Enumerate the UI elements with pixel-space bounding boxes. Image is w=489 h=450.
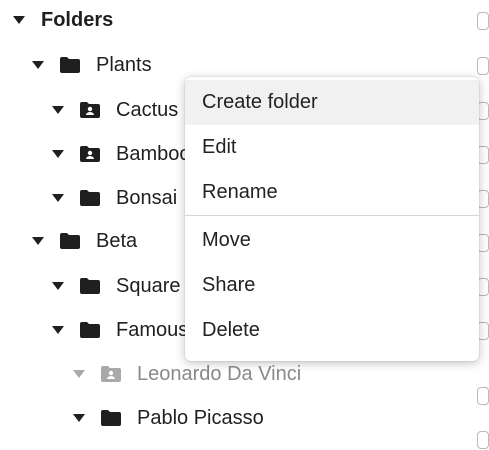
- tree-item-cactus[interactable]: Cactus: [52, 93, 178, 127]
- shared-folder-icon: [80, 146, 100, 162]
- folder-icon: [80, 322, 100, 338]
- folder-icon: [60, 233, 80, 249]
- menu-item-create-folder[interactable]: Create folder: [185, 80, 479, 125]
- menu-item-edit[interactable]: Edit: [185, 125, 479, 170]
- menu-item-share[interactable]: Share: [185, 263, 479, 308]
- shared-folder-icon: [80, 102, 100, 118]
- tree-item-famous[interactable]: Famous: [52, 313, 188, 347]
- tree-item-bamboo[interactable]: Bamboo: [52, 137, 191, 171]
- folder-icon: [80, 190, 100, 206]
- menu-item-move[interactable]: Move: [185, 218, 479, 263]
- tree-item-pablo-picasso[interactable]: Pablo Picasso: [73, 401, 264, 435]
- row-checkbox[interactable]: [477, 387, 489, 405]
- chevron-down-icon[interactable]: [52, 106, 64, 114]
- tree-item-label: Bamboo: [116, 143, 191, 165]
- chevron-down-icon[interactable]: [52, 326, 64, 334]
- tree-item-plants[interactable]: Plants: [32, 48, 152, 82]
- tree-root-label: Folders: [41, 9, 114, 31]
- chevron-down-icon[interactable]: [32, 237, 44, 245]
- menu-item-delete[interactable]: Delete: [185, 308, 479, 353]
- chevron-down-icon[interactable]: [73, 370, 85, 378]
- tree-item-label: Cactus: [116, 99, 179, 121]
- chevron-down-icon[interactable]: [52, 194, 64, 202]
- tree-item-label: Beta: [96, 230, 138, 252]
- tree-item-label: Leonardo Da Vinci: [137, 363, 302, 385]
- tree-item-label: Pablo Picasso: [137, 407, 264, 429]
- menu-item-rename[interactable]: Rename: [185, 170, 479, 215]
- chevron-down-icon[interactable]: [73, 414, 85, 422]
- chevron-down-icon[interactable]: [13, 16, 25, 24]
- shared-folder-icon: [101, 366, 121, 382]
- folder-icon: [101, 410, 121, 426]
- chevron-down-icon[interactable]: [52, 282, 64, 290]
- chevron-down-icon[interactable]: [32, 61, 44, 69]
- tree-item-label: Plants: [96, 54, 152, 76]
- tree-root-folders[interactable]: Folders: [13, 3, 113, 37]
- tree-item-label: Square: [116, 275, 181, 297]
- row-checkbox[interactable]: [477, 57, 489, 75]
- folder-icon: [60, 57, 80, 73]
- tree-item-bonsai[interactable]: Bonsai: [52, 181, 177, 215]
- menu-divider: [185, 215, 479, 216]
- tree-item-label: Bonsai: [116, 187, 178, 209]
- row-checkbox[interactable]: [477, 431, 489, 449]
- tree-item-leonardo-da-vinci[interactable]: Leonardo Da Vinci: [73, 357, 301, 391]
- folder-icon: [80, 278, 100, 294]
- chevron-down-icon[interactable]: [52, 150, 64, 158]
- tree-item-beta[interactable]: Beta: [32, 224, 137, 258]
- context-menu: Create folder Edit Rename Move Share Del…: [185, 77, 479, 361]
- tree-item-label: Famous: [116, 319, 189, 341]
- tree-item-square[interactable]: Square: [52, 269, 181, 303]
- row-checkbox[interactable]: [477, 12, 489, 30]
